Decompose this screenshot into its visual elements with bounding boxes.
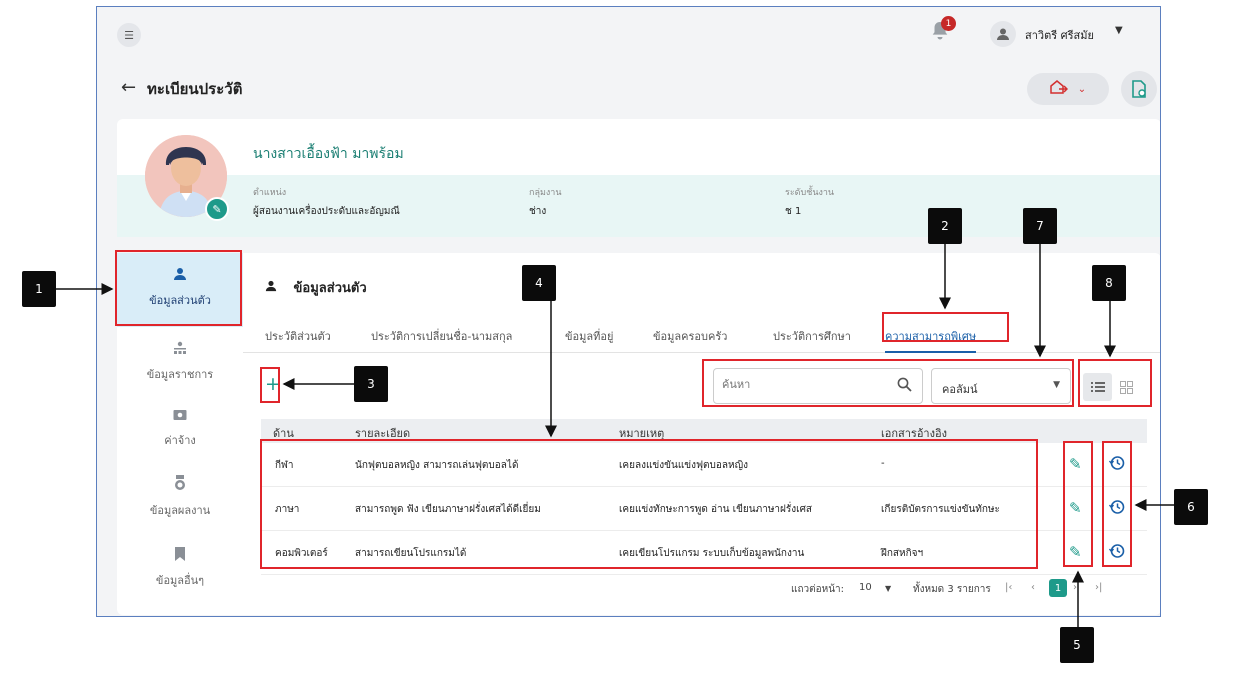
callout-2: 2 (928, 208, 962, 244)
position-label: ตำแหน่ง (253, 188, 287, 198)
callout-5: 5 (1060, 627, 1094, 663)
level-label: ระดับชั้นงาน (785, 188, 835, 198)
tab-bar: ประวัติส่วนตัว ประวัติการเปลี่ยนชื่อ-นาม… (243, 315, 1160, 353)
group-value: ช่าง (529, 206, 547, 217)
user-name[interactable]: สาวิตรี ศรีสมัย (1025, 26, 1094, 44)
highlight-edit-column (1063, 441, 1093, 567)
callout-4: 4 (522, 265, 556, 301)
highlight-view-toggle (1078, 359, 1152, 407)
tab-personal-history[interactable]: ประวัติส่วนตัว (265, 327, 331, 345)
first-page-icon[interactable]: |‹ (1005, 582, 1012, 593)
level-value: ช 1 (785, 206, 802, 217)
person-icon (265, 280, 282, 296)
callout-1: 1 (22, 271, 56, 307)
rows-per-page-select[interactable]: 10 (859, 582, 872, 593)
chevron-down-icon[interactable]: ▼ (885, 584, 891, 593)
sidebar-item-label: ข้อมูลผลงาน (149, 504, 211, 517)
prev-page-icon[interactable]: ‹ (1031, 582, 1035, 593)
money-icon (117, 409, 243, 425)
highlight-add-button (260, 367, 280, 403)
current-page[interactable]: 1 (1049, 579, 1067, 597)
top-bar: ☰ 1 สาวิตรี ศรีสมัย ▼ (97, 7, 1160, 57)
highlight-special-skills-tab (882, 312, 1009, 342)
rows-per-page-label: แถวต่อหน้า: (791, 584, 845, 595)
callout-7: 7 (1023, 208, 1057, 244)
highlight-table-rows (260, 439, 1038, 569)
section-title-text: ข้อมูลส่วนตัว (293, 281, 367, 296)
bookmark-icon (117, 547, 243, 565)
tab-family[interactable]: ข้อมูลครอบครัว (653, 327, 727, 345)
sidebar-item-label: ข้อมูลราชการ (146, 368, 214, 381)
sidebar-item-performance[interactable]: ข้อมูลผลงาน (117, 475, 243, 519)
highlight-search-filter (702, 359, 1074, 407)
edit-photo-icon[interactable]: ✎ (205, 197, 229, 221)
highlight-history-column (1102, 441, 1132, 567)
sidebar-item-wage[interactable]: ค่าจ้าง (117, 409, 243, 449)
pagination: แถวต่อหน้า: 10 ▼ ทั้งหมด 3 รายการ |‹ ‹ 1… (261, 575, 1147, 603)
highlight-sidebar-personal (115, 250, 242, 326)
sidebar-item-official[interactable]: ข้อมูลราชการ (117, 341, 243, 383)
back-arrow-icon[interactable]: ← (121, 77, 136, 98)
org-icon (117, 341, 243, 359)
chevron-down-icon[interactable]: ▼ (1115, 25, 1123, 36)
group-label: กลุ่มงาน (529, 188, 562, 198)
tab-address[interactable]: ข้อมูลที่อยู่ (565, 327, 613, 345)
home-menu-button[interactable]: ⌄ (1027, 73, 1109, 105)
section-title: ข้อมูลส่วนตัว (265, 277, 367, 298)
sidebar-item-other[interactable]: ข้อมูลอื่นๆ (117, 547, 243, 589)
tab-education[interactable]: ประวัติการศึกษา (773, 327, 851, 345)
user-avatar[interactable] (990, 21, 1016, 47)
sidebar-item-label: ข้อมูลอื่นๆ (155, 574, 205, 587)
document-icon[interactable] (1121, 71, 1157, 107)
home-icon (1050, 80, 1068, 98)
collapse-menu-icon[interactable]: ☰ (117, 23, 141, 47)
person-name: นางสาวเอื้องฟ้า มาพร้อม (253, 146, 404, 162)
last-page-icon[interactable]: ›| (1095, 582, 1102, 593)
callout-6: 6 (1174, 489, 1208, 525)
total-count: ทั้งหมด 3 รายการ (913, 584, 991, 595)
next-page-icon[interactable]: › (1073, 582, 1077, 593)
callout-8: 8 (1092, 265, 1126, 301)
profile-card: ✎ นางสาวเอื้องฟ้า มาพร้อม ตำแหน่ง ผู้สอน… (117, 119, 1160, 237)
page-title: ทะเบียนประวัติ (147, 80, 243, 98)
chevron-down-icon: ⌄ (1077, 83, 1087, 95)
tab-name-change[interactable]: ประวัติการเปลี่ยนชื่อ-นามสกุล (371, 327, 512, 345)
sidebar-item-label: ค่าจ้าง (164, 434, 196, 447)
medal-icon (117, 475, 243, 495)
notification-badge: 1 (941, 16, 956, 31)
callout-3: 3 (354, 366, 388, 402)
position-value: ผู้สอนงานเครื่องประดับและอัญมณี (253, 206, 400, 217)
